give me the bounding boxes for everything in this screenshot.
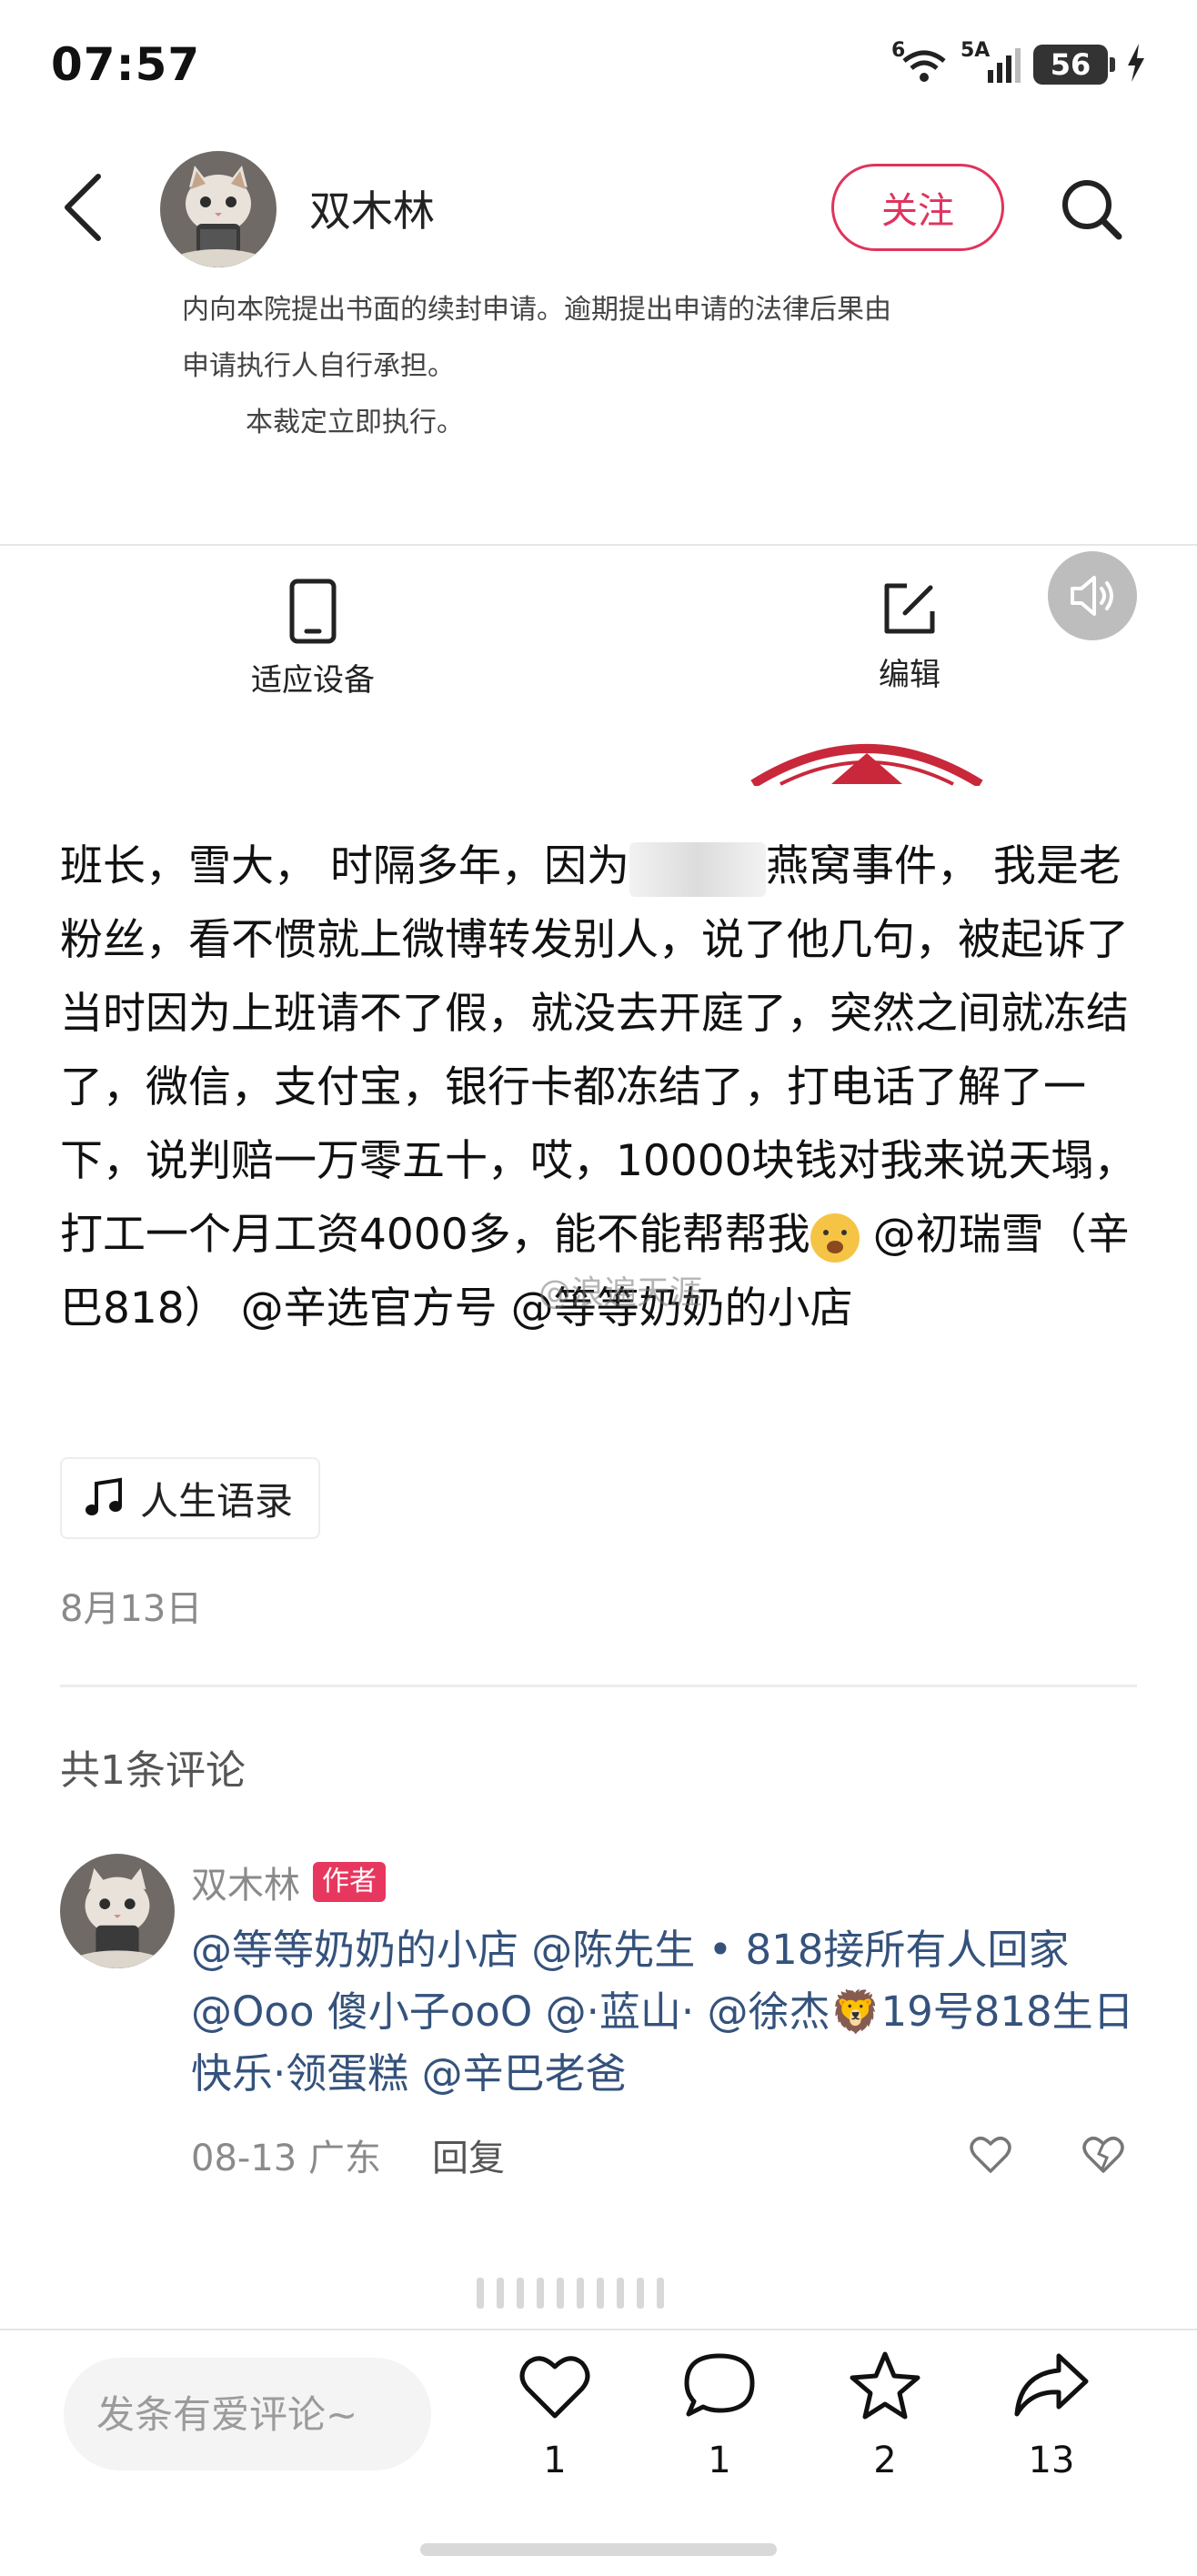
watermark: @浪遍天涯 — [538, 1274, 703, 1312]
follow-button[interactable]: 关注 — [831, 164, 1004, 251]
fit-device-button[interactable]: 适应设备 — [213, 579, 413, 699]
comment-button[interactable]: 1 — [665, 2350, 774, 2481]
home-indicator[interactable] — [420, 2543, 777, 2556]
divider — [0, 2329, 1197, 2330]
heart-outline-icon — [970, 2137, 1011, 2173]
network-label: 6 — [891, 39, 906, 62]
comment-count: 共1条评论 — [60, 1747, 246, 1794]
signal-icon: 5A — [961, 39, 1021, 85]
author-name[interactable]: 双木林 — [309, 178, 435, 238]
back-icon — [65, 174, 101, 241]
loading-indicator — [477, 2278, 664, 2309]
edit-icon — [884, 583, 935, 634]
comment-count-value: 1 — [708, 2440, 731, 2481]
comment-like-button[interactable] — [968, 2132, 1013, 2178]
heart-icon — [519, 2356, 590, 2419]
search-icon — [1062, 180, 1122, 240]
comment-author: 双木林 作者 — [191, 1856, 386, 1908]
signal-label: 5A — [961, 39, 991, 62]
star-icon — [850, 2351, 920, 2420]
share-arrow-icon — [1014, 2353, 1089, 2417]
charging-icon — [1126, 44, 1146, 86]
share-count: 13 — [1028, 2440, 1075, 2481]
author-badge: 作者 — [313, 1862, 386, 1902]
comment-author-name[interactable]: 双木林 — [191, 1856, 300, 1908]
comment-input[interactable] — [64, 2358, 431, 2470]
court-seal-fragment — [744, 722, 990, 786]
topic-tag[interactable]: 人生语录 — [60, 1457, 321, 1539]
mention-link[interactable]: @辛选官方号 — [241, 1283, 498, 1333]
status-time: 07:57 — [51, 38, 201, 91]
back-button[interactable] — [55, 171, 118, 244]
post-date: 8月13日 — [60, 1588, 203, 1630]
search-button[interactable] — [1055, 173, 1128, 246]
topic-tag-label: 人生语录 — [140, 1478, 294, 1524]
document-line: 申请执行人自行承担。 — [182, 350, 455, 382]
music-note-icon — [86, 1477, 122, 1515]
document-line: 内向本院提出书面的续封申请。逾期提出申请的法律后果由 — [182, 294, 891, 326]
status-bar: 07:57 6 5A 56 — [0, 0, 1197, 136]
phone-icon — [289, 579, 337, 644]
reply-button[interactable]: 回复 — [432, 2128, 505, 2181]
edit-button[interactable]: 编辑 — [810, 579, 1010, 694]
battery-icon: 56 — [1033, 45, 1115, 85]
post-text: 班长，雪大， 时隔多年，因为 — [60, 841, 629, 891]
volume-button[interactable] — [1048, 551, 1137, 640]
author-avatar[interactable] — [160, 151, 277, 267]
share-button[interactable]: 13 — [997, 2350, 1106, 2481]
volume-icon — [1071, 576, 1113, 616]
post-text: 燕窝事件， 我是老粉丝，看不惯就上微博转发别人，说了他几句，被起诉了 当时因为上… — [60, 841, 1137, 1260]
document-excerpt: 内向本院提出书面的续封申请。逾期提出申请的法律后果由 申请执行人自行承担。 本裁… — [182, 282, 1055, 451]
like-count: 1 — [543, 2440, 567, 2481]
comment-dislike-button[interactable] — [1081, 2132, 1126, 2178]
like-button[interactable]: 1 — [500, 2350, 609, 2481]
favorite-count: 2 — [873, 2440, 897, 2481]
comment-avatar[interactable] — [60, 1854, 175, 1968]
comment-text: @等等奶奶的小店 @陈先生 • 818接所有人回家 @Ooo 傻小子ooO @·… — [191, 1926, 1134, 2098]
divider — [0, 544, 1197, 546]
edit-label: 编辑 — [879, 657, 940, 693]
divider — [60, 1685, 1137, 1687]
comment-date-location: 08-13 广东 — [191, 2138, 381, 2179]
status-icons: 6 5A 56 — [891, 39, 1146, 86]
fit-device-label: 适应设备 — [251, 662, 375, 699]
battery-level: 56 — [1050, 47, 1091, 82]
comment-meta: 08-13 广东 回复 — [191, 2128, 505, 2181]
crying-face-icon — [810, 1213, 860, 1263]
document-line: 本裁定立即执行。 — [246, 407, 464, 438]
favorite-button[interactable]: 2 — [830, 2350, 940, 2481]
broken-heart-icon — [1082, 2137, 1124, 2173]
post-header: 双木林 关注 — [0, 146, 1197, 267]
comment-bubble-icon — [684, 2353, 755, 2417]
wifi-icon: 6 — [891, 39, 948, 85]
redacted-region — [629, 841, 766, 897]
